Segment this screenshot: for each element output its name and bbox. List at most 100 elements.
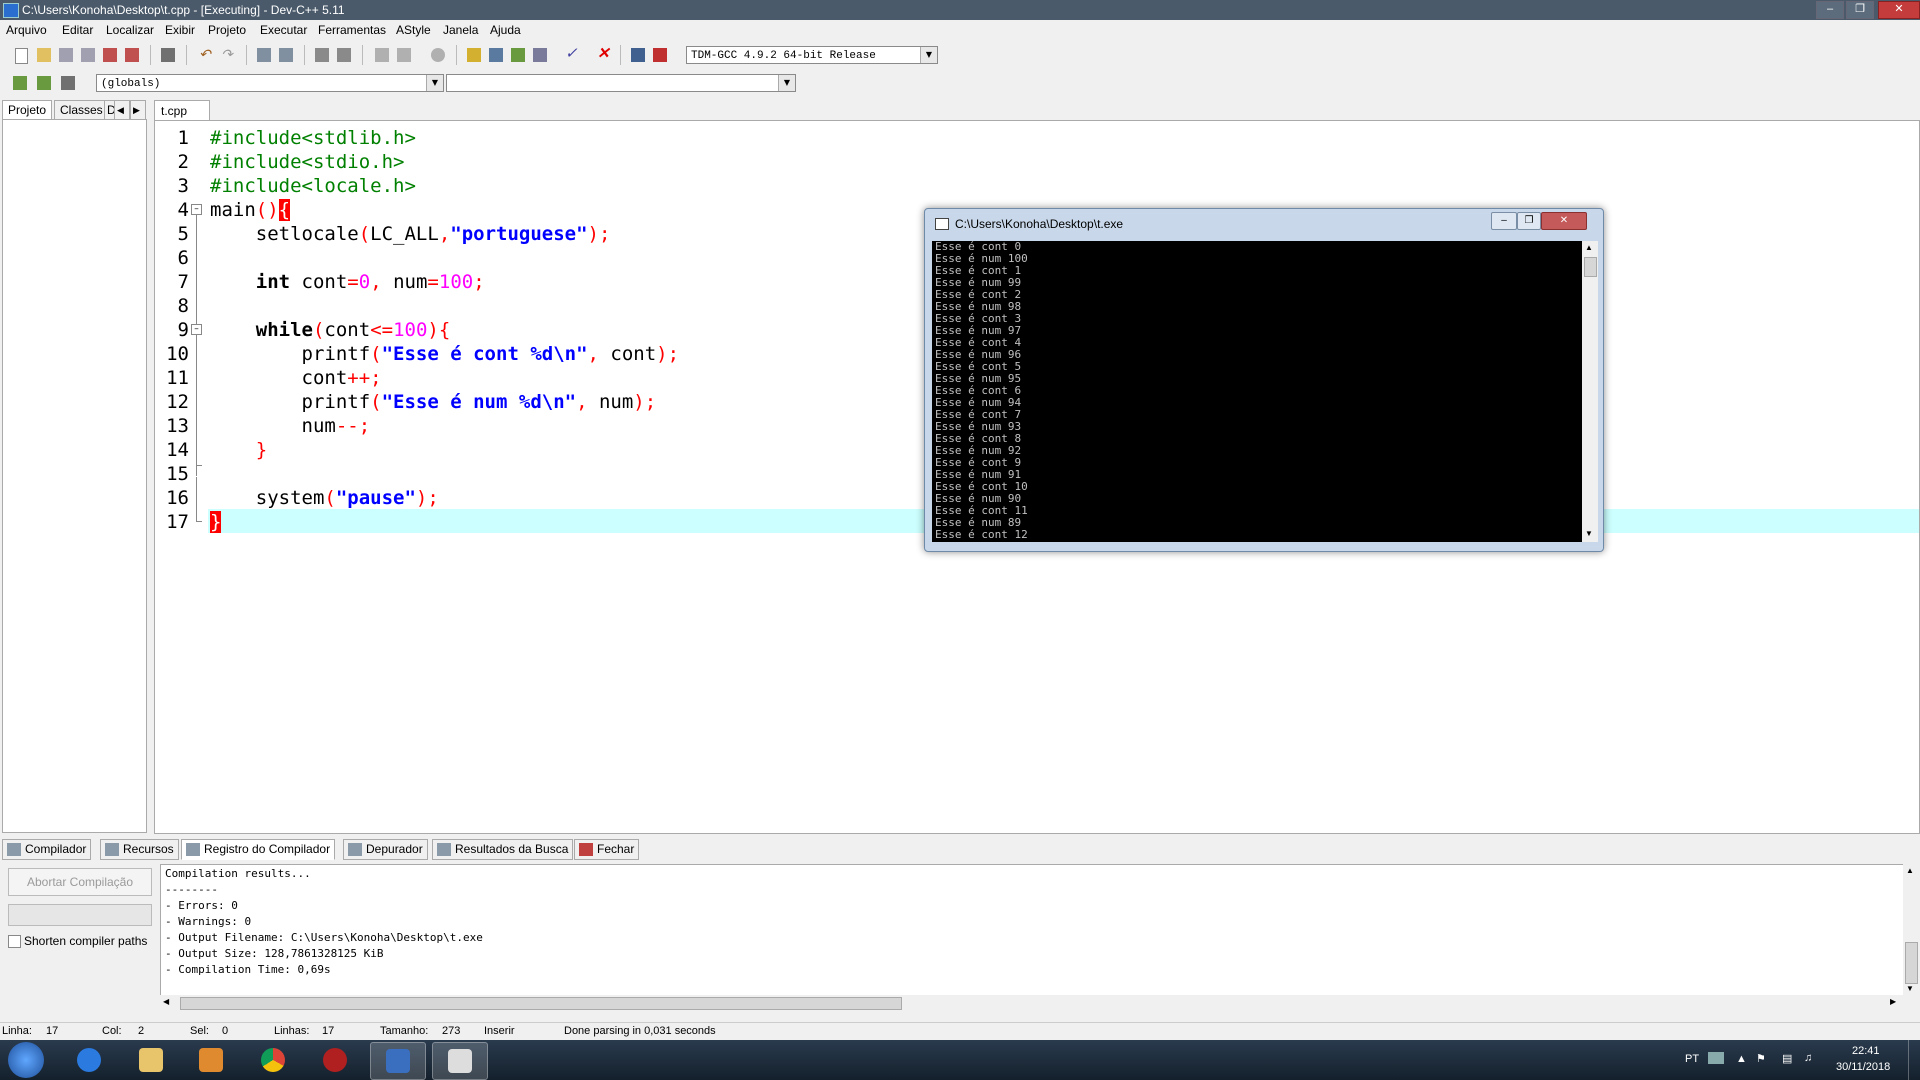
menu-arquivo[interactable]: Arquivo — [6, 23, 47, 37]
tab-registro-do-compilador[interactable]: Registro do Compilador — [181, 839, 336, 860]
tab-compilador[interactable]: Compilador — [2, 839, 92, 860]
indent-icon[interactable] — [312, 45, 332, 65]
scroll-right-icon[interactable]: ▶ — [1890, 997, 1896, 1006]
undo-icon[interactable]: ↶ — [196, 45, 216, 65]
tab-resultados-da-busca[interactable]: Resultados da Busca — [432, 839, 574, 860]
keyboard-icon[interactable] — [1708, 1052, 1724, 1064]
save-icon[interactable] — [56, 45, 76, 65]
menu-executar[interactable]: Executar — [260, 23, 307, 37]
console-close-button[interactable]: ✕ — [1541, 212, 1587, 230]
console-maximize-button[interactable]: ❐ — [1517, 212, 1541, 230]
fold-toggle-icon[interactable]: – — [191, 204, 202, 215]
clock-time[interactable]: 22:41 — [1852, 1045, 1880, 1057]
function-select[interactable]: ▼ — [446, 74, 796, 92]
tab-t-cpp[interactable]: t.cpp — [154, 100, 210, 121]
close-button[interactable]: ✕ — [1878, 1, 1920, 19]
back-icon[interactable] — [372, 45, 392, 65]
console-app-icon[interactable] — [432, 1042, 488, 1080]
app-icon[interactable] — [308, 1042, 362, 1078]
scroll-left-icon[interactable]: ◀ — [163, 997, 169, 1006]
goto-icon[interactable] — [34, 73, 54, 93]
project-tree[interactable] — [2, 119, 147, 833]
console-minimize-button[interactable]: – — [1491, 212, 1517, 230]
windows-start-icon[interactable] — [8, 1042, 44, 1078]
media-player-icon[interactable] — [184, 1042, 238, 1078]
close-all-icon[interactable] — [122, 45, 142, 65]
menu-projeto[interactable]: Projeto — [208, 23, 246, 37]
scope-select[interactable]: (globals) ▼ — [96, 74, 444, 92]
log-line: - Compilation Time: 0,69s — [165, 963, 331, 976]
fold-toggle-icon[interactable]: – — [191, 324, 202, 335]
internet-explorer-icon[interactable] — [62, 1042, 116, 1078]
dev-cpp-icon[interactable] — [370, 1042, 426, 1080]
tab-recursos[interactable]: Recursos — [100, 839, 179, 860]
chrome-icon[interactable] — [246, 1042, 300, 1078]
compiler-select[interactable]: TDM-GCC 4.9.2 64-bit Release ▼ — [686, 46, 938, 64]
menu-exibir[interactable]: Exibir — [165, 23, 195, 37]
replace-icon[interactable] — [276, 45, 296, 65]
toggle-bookmark-icon[interactable] — [428, 45, 448, 65]
new-file-icon[interactable] — [12, 45, 32, 65]
chart-icon[interactable] — [628, 45, 648, 65]
log-hscroll-thumb[interactable] — [180, 997, 902, 1010]
code-line: printf("Esse é num %d\n", num); — [210, 391, 657, 413]
menu-janela[interactable]: Janela — [443, 23, 478, 37]
insert-icon[interactable] — [10, 73, 30, 93]
tab-classes[interactable]: Classes — [54, 100, 109, 120]
tray-expand-icon[interactable]: ▲ — [1736, 1053, 1747, 1065]
log-horizontal-scrollbar[interactable]: ◀ ▶ — [160, 995, 1904, 1011]
run-icon[interactable] — [486, 45, 506, 65]
log-vertical-scrollbar[interactable]: ▲ ▼ — [1903, 864, 1919, 997]
find-icon[interactable] — [254, 45, 274, 65]
save-all-icon[interactable] — [78, 45, 98, 65]
volume-icon[interactable]: ♫ — [1804, 1052, 1812, 1064]
compiler-select-value: TDM-GCC 4.9.2 64-bit Release — [691, 50, 876, 62]
network-icon[interactable]: ▤ — [1782, 1052, 1792, 1065]
tab-projeto[interactable]: Projeto — [2, 100, 53, 120]
tab-scroll-right[interactable]: ▶ — [130, 100, 146, 120]
open-file-icon[interactable] — [34, 45, 54, 65]
scroll-up-icon[interactable]: ▲ — [1585, 243, 1593, 252]
menu-ajuda[interactable]: Ajuda — [490, 23, 521, 37]
stop-execution-icon[interactable]: ✕ — [594, 45, 614, 65]
tab-depurador[interactable]: Depurador — [343, 839, 428, 860]
menu-ferramentas[interactable]: Ferramentas — [318, 23, 386, 37]
file-explorer-icon[interactable] — [124, 1042, 178, 1078]
forward-icon[interactable] — [394, 45, 414, 65]
compile-run-icon[interactable] — [508, 45, 528, 65]
syntax-check-icon[interactable]: ✓ — [562, 45, 582, 65]
language-indicator[interactable]: PT — [1685, 1053, 1699, 1065]
bookmark-icon[interactable] — [58, 73, 78, 93]
tab-fechar[interactable]: Fechar — [574, 839, 640, 860]
minimize-button[interactable]: – — [1816, 1, 1844, 19]
close-file-icon[interactable] — [100, 45, 120, 65]
console-scroll-thumb[interactable] — [1584, 257, 1597, 277]
menu-localizar[interactable]: Localizar — [106, 23, 154, 37]
compile-log-text[interactable]: Compilation results... -------- - Errors… — [160, 864, 1906, 997]
shorten-paths-option[interactable]: Shorten compiler paths — [8, 934, 147, 949]
print-icon[interactable] — [158, 45, 178, 65]
compile-icon[interactable] — [464, 45, 484, 65]
unindent-icon[interactable] — [334, 45, 354, 65]
shorten-paths-checkbox[interactable] — [8, 935, 21, 949]
scroll-down-icon[interactable]: ▼ — [1906, 984, 1914, 993]
console-scrollbar[interactable]: ▲ ▼ — [1582, 241, 1598, 542]
scroll-up-icon[interactable]: ▲ — [1906, 866, 1914, 875]
line-number: 15 — [166, 463, 189, 485]
debug-icon[interactable] — [650, 45, 670, 65]
code-line: main(){ — [210, 199, 291, 221]
flag-icon[interactable]: ⚑ — [1756, 1052, 1766, 1065]
scroll-down-icon[interactable]: ▼ — [1585, 529, 1593, 538]
abort-compilation-button[interactable]: Abortar Compilação — [8, 868, 152, 896]
tab-scroll-left[interactable]: ◀ — [114, 100, 130, 120]
clock-date[interactable]: 30/11/2018 — [1836, 1061, 1890, 1073]
show-desktop-button[interactable] — [1908, 1040, 1920, 1080]
menu-astyle[interactable]: AStyle — [396, 23, 431, 37]
rebuild-all-icon[interactable] — [530, 45, 550, 65]
redo-icon[interactable]: ↷ — [218, 45, 238, 65]
console-window[interactable]: C:\Users\Konoha\Desktop\t.exe – ❐ ✕ Esse… — [924, 208, 1604, 552]
code-line: #include<stdlib.h> — [210, 127, 416, 149]
log-scroll-thumb[interactable] — [1905, 942, 1918, 984]
menu-editar[interactable]: Editar — [62, 23, 93, 37]
maximize-button[interactable]: ❐ — [1846, 1, 1874, 19]
